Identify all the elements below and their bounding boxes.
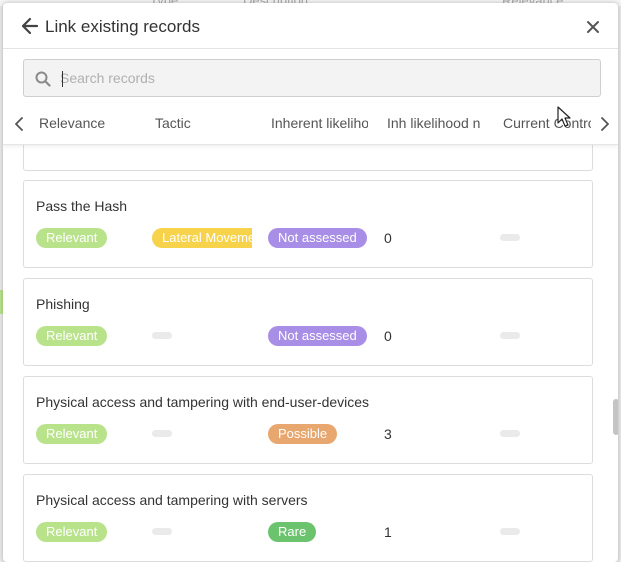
likelihood-number: 1	[384, 524, 392, 540]
record-name: Physical access and tampering with end-u…	[36, 394, 370, 410]
relevance-pill: Relevant	[36, 228, 108, 248]
record-name: Physical access and tampering with serve…	[36, 492, 308, 508]
chevron-left-icon[interactable]	[13, 116, 25, 132]
tactic-empty	[152, 528, 172, 535]
column-header-bar: Relevance Tactic Inherent likelihood Inh…	[3, 103, 618, 145]
current-control-empty	[500, 234, 520, 241]
modal-title: Link existing records	[45, 17, 200, 36]
text-caret	[62, 71, 63, 87]
list-item[interactable]: Physical access and tampering with end-u…	[23, 376, 593, 464]
column-headers: Relevance Tactic Inherent likelihood Inh…	[39, 103, 591, 145]
list-item[interactable]: Pass the Hash Relevant Lateral Movement …	[23, 180, 593, 268]
current-control-empty	[500, 528, 520, 535]
link-records-modal: Link existing records Relevance Tactic I…	[3, 3, 618, 562]
record-name: Pass the Hash	[36, 198, 128, 214]
list-item[interactable]: Physical access and tampering with serve…	[23, 474, 593, 562]
modal-header: Link existing records	[3, 3, 618, 49]
likelihood-number: 3	[384, 426, 392, 442]
scrollbar-thumb[interactable]	[613, 399, 618, 435]
list-item-partial[interactable]	[23, 145, 593, 171]
search-box[interactable]	[23, 59, 601, 97]
likelihood-number: 0	[384, 328, 392, 344]
search-input[interactable]	[60, 66, 590, 90]
column-header-inh-likelihood-n[interactable]: Inh likelihood n	[387, 115, 483, 131]
column-header-current-control[interactable]: Current Control	[503, 115, 591, 131]
tactic-empty	[152, 430, 172, 437]
tactic-empty	[152, 332, 172, 339]
records-list: Pass the Hash Relevant Lateral Movement …	[3, 145, 618, 562]
current-control-empty	[500, 430, 520, 437]
list-item[interactable]: Phishing Relevant Not assessed 0	[23, 278, 593, 366]
relevance-pill: Relevant	[36, 326, 108, 346]
arrow-left-icon[interactable]	[21, 17, 39, 35]
column-header-relevance[interactable]: Relevance	[39, 115, 149, 131]
likelihood-pill: Not assessed	[268, 326, 367, 346]
close-icon[interactable]	[586, 20, 600, 34]
record-name: Phishing	[36, 296, 90, 312]
column-header-tactic[interactable]: Tactic	[155, 115, 255, 131]
current-control-empty	[500, 332, 520, 339]
relevance-pill: Relevant	[36, 424, 108, 444]
likelihood-pill: Not assessed	[268, 228, 367, 248]
column-header-inherent-likelihood[interactable]: Inherent likelihood	[271, 115, 368, 131]
likelihood-pill: Possible	[268, 424, 338, 444]
tactic-pill: Lateral Movement	[152, 228, 252, 248]
likelihood-number: 0	[384, 230, 392, 246]
search-icon	[35, 71, 51, 87]
mouse-pointer-icon	[557, 106, 571, 127]
likelihood-pill: Rare	[268, 522, 317, 542]
relevance-pill: Relevant	[36, 522, 108, 542]
chevron-right-icon[interactable]	[599, 116, 611, 132]
